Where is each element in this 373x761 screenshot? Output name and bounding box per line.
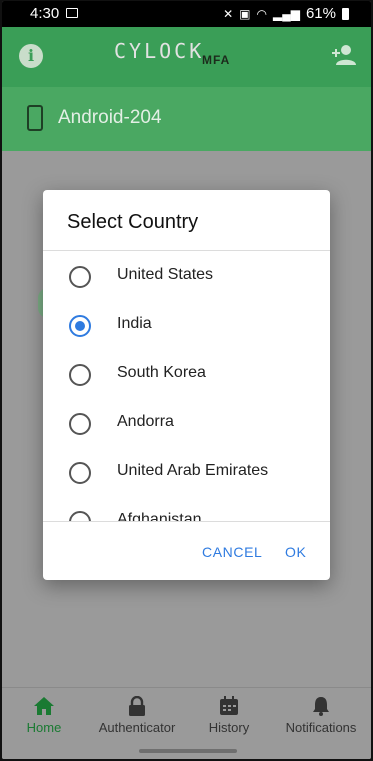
nav-notifications-label: Notifications [285, 720, 357, 735]
nav-home[interactable]: Home [24, 696, 64, 735]
country-label: South Korea [117, 364, 206, 381]
nav-authenticator-label: Authenticator [98, 720, 176, 735]
lock-icon [129, 696, 145, 716]
nav-notifications[interactable]: Notifications [280, 696, 362, 735]
country-label: United States [117, 266, 214, 283]
phone-screen: 4:30 ✕ ▣ ◠ ▂▄▆ 61% i CYLOCK MFA Android-… [2, 1, 371, 759]
country-option[interactable]: India [43, 300, 330, 349]
radio-button[interactable] [69, 462, 91, 484]
country-option[interactable]: United States [43, 251, 330, 300]
device-bar: Android-204 [2, 87, 371, 151]
nav-history-label: History [208, 720, 250, 735]
home-icon [34, 697, 54, 715]
image-notification-icon [66, 8, 78, 18]
app-logo: CYLOCK [114, 39, 205, 63]
radio-button[interactable] [69, 413, 91, 435]
mute-icon: ✕ [223, 6, 234, 21]
signal-icon: ▂▄▆ [273, 6, 300, 21]
country-option[interactable]: United Arab Emirates [43, 447, 330, 496]
radio-button-selected[interactable] [69, 315, 91, 337]
radio-button[interactable] [69, 511, 91, 521]
country-option[interactable]: Afghanistan [43, 496, 330, 521]
country-option[interactable]: Andorra [43, 398, 330, 447]
battery-percent: 61% [305, 5, 336, 22]
nfc-icon: ▣ [239, 6, 251, 21]
nav-authenticator[interactable]: Authenticator [94, 696, 180, 735]
add-user-icon[interactable] [331, 43, 357, 67]
dialog-title: Select Country [67, 211, 199, 233]
status-time: 4:30 [30, 5, 60, 22]
bell-icon [313, 697, 329, 716]
nav-history[interactable]: History [206, 696, 252, 735]
country-list[interactable]: United States India South Korea Andorra … [43, 251, 330, 521]
select-country-dialog: Select Country United States India South… [43, 190, 330, 580]
battery-icon [342, 7, 349, 20]
smartphone-icon [27, 105, 43, 131]
gesture-home-bar[interactable] [139, 749, 237, 753]
status-indicators: ✕ ▣ ◠ ▂▄▆ 61% [223, 5, 349, 22]
status-bar: 4:30 ✕ ▣ ◠ ▂▄▆ 61% [2, 1, 371, 27]
nav-home-label: Home [26, 720, 62, 735]
wifi-icon: ◠ [256, 6, 267, 21]
cancel-button[interactable]: CANCEL [202, 544, 262, 560]
dialog-divider-bottom [43, 521, 330, 522]
country-label: Andorra [117, 413, 174, 430]
app-bar: i CYLOCK MFA [2, 27, 371, 87]
country-label: Afghanistan [117, 511, 202, 521]
ok-button[interactable]: OK [285, 544, 306, 560]
country-label: India [117, 315, 152, 332]
country-label: United Arab Emirates [117, 462, 269, 479]
radio-button[interactable] [69, 364, 91, 386]
calendar-icon [220, 696, 238, 715]
device-name: Android-204 [58, 107, 162, 128]
info-icon[interactable]: i [19, 44, 43, 68]
country-option[interactable]: South Korea [43, 349, 330, 398]
app-logo-sub: MFA [202, 53, 231, 67]
radio-button[interactable] [69, 266, 91, 288]
